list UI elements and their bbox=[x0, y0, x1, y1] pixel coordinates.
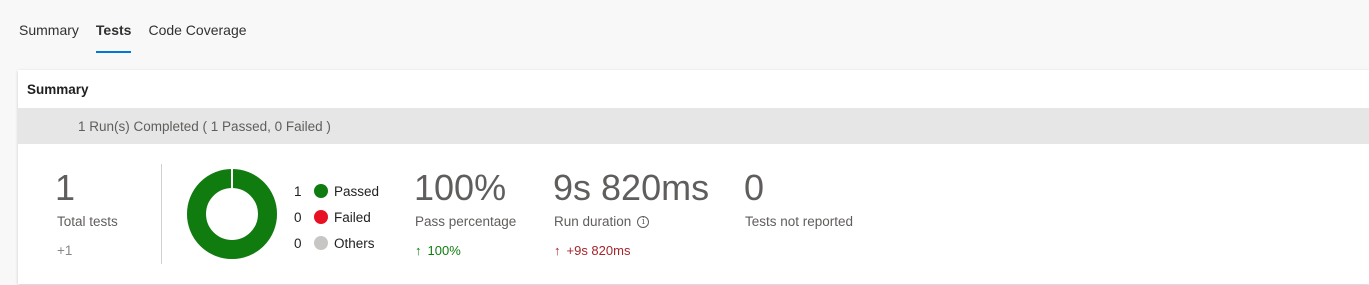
info-icon[interactable]: i bbox=[637, 216, 650, 228]
not-reported-value: 0 bbox=[744, 167, 765, 208]
legend-failed-label: Failed bbox=[334, 209, 371, 225]
run-duration-label-wrap: Run duration i bbox=[554, 214, 650, 229]
arrow-up-icon: ↑ bbox=[415, 243, 422, 258]
pass-donut-chart[interactable] bbox=[185, 167, 279, 261]
failed-dot-icon bbox=[314, 210, 328, 224]
legend-failed[interactable]: 0 Failed bbox=[294, 204, 379, 230]
outcome-legend: 1 Passed 0 Failed 0 Others bbox=[294, 178, 379, 256]
pass-percentage-label: Pass percentage bbox=[415, 214, 517, 229]
total-tests-label: Total tests bbox=[57, 214, 118, 229]
tab-bar: Summary Tests Code Coverage bbox=[19, 0, 264, 56]
not-reported-label: Tests not reported bbox=[745, 214, 854, 229]
run-status-bar[interactable]: 1 Run(s) Completed ( 1 Passed, 0 Failed … bbox=[18, 108, 1369, 144]
total-tests-delta: +1 bbox=[57, 243, 73, 258]
legend-others[interactable]: 0 Others bbox=[294, 230, 379, 256]
summary-card: Summary 1 Run(s) Completed ( 1 Passed, 0… bbox=[18, 70, 1369, 284]
tab-summary[interactable]: Summary bbox=[19, 0, 79, 53]
legend-others-count: 0 bbox=[294, 235, 302, 251]
run-duration-delta: ↑ +9s 820ms bbox=[554, 243, 630, 258]
total-tests-value: 1 bbox=[55, 167, 76, 208]
donut-passed-arc bbox=[187, 169, 277, 259]
pass-percentage-delta-text: 100% bbox=[427, 243, 461, 258]
legend-passed-count: 1 bbox=[294, 183, 302, 199]
divider bbox=[161, 164, 162, 264]
run-duration-label: Run duration bbox=[554, 214, 632, 229]
legend-failed-count: 0 bbox=[294, 209, 302, 225]
tab-tests[interactable]: Tests bbox=[95, 0, 131, 53]
legend-passed[interactable]: 1 Passed bbox=[294, 178, 379, 204]
legend-passed-label: Passed bbox=[334, 183, 380, 199]
tab-code-coverage[interactable]: Code Coverage bbox=[148, 0, 246, 53]
arrow-up-icon: ↑ bbox=[554, 243, 561, 258]
run-status-text: 1 Run(s) Completed ( 1 Passed, 0 Failed … bbox=[78, 119, 331, 134]
pass-percentage-value: 100% bbox=[414, 167, 507, 208]
others-dot-icon bbox=[314, 236, 328, 250]
summary-title: Summary bbox=[27, 82, 89, 97]
passed-dot-icon bbox=[314, 184, 328, 198]
run-duration-value: 9s 820ms bbox=[553, 167, 710, 208]
run-duration-delta-text: +9s 820ms bbox=[566, 243, 631, 258]
pass-percentage-delta: ↑ 100% bbox=[415, 243, 461, 258]
legend-others-label: Others bbox=[334, 235, 375, 251]
